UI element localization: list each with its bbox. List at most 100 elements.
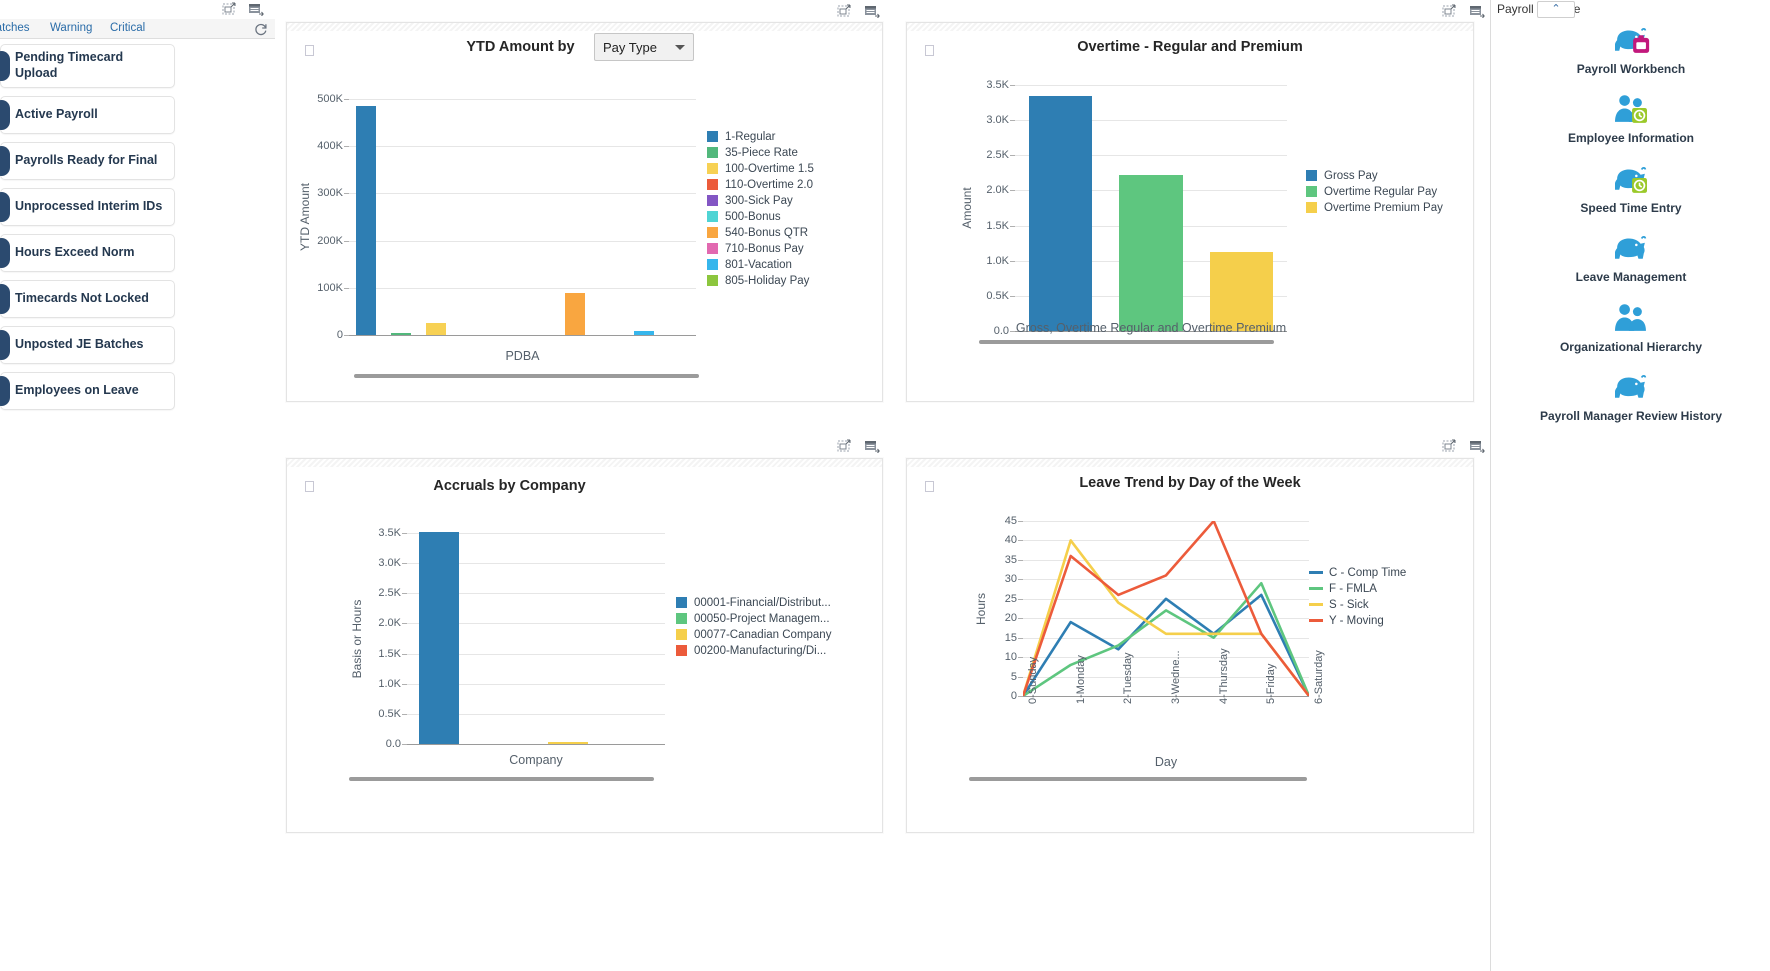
chart-legend: 1-Regular 35-Piece Rate 100-Overtime 1.5 11… [707, 131, 814, 291]
bar-540-bonus-qtr[interactable] [564, 292, 585, 335]
bar-00001-financial-distribut[interactable] [419, 532, 460, 744]
grid-expand-icon[interactable] [837, 439, 853, 458]
legend-item[interactable]: C - Comp Time [1309, 566, 1407, 579]
task-item-organizational-hierarchy[interactable]: Organizational Hierarchy [1491, 297, 1770, 354]
legend-item[interactable]: S - Sick [1309, 599, 1406, 611]
y-axis-tick-label: 1.0K [986, 254, 1009, 267]
list-view-icon[interactable] [248, 2, 264, 17]
task-item-employee-information[interactable]: Employee Information [1491, 88, 1770, 145]
dashboard-root: Batches Warning Critical Pending Timecar… [0, 0, 1770, 971]
bar-overtime-regular-pay[interactable] [1119, 174, 1183, 331]
legend-item[interactable]: Overtime Regular Pay [1306, 186, 1443, 198]
legend-item[interactable]: 805-Holiday Pay [707, 274, 814, 287]
alert-item[interactable]: Pending Timecard Upload [0, 44, 175, 88]
legend-item[interactable]: 710-Bonus Pay [707, 242, 814, 255]
legend-item[interactable]: F - FMLA [1309, 583, 1406, 595]
gridline [349, 193, 696, 195]
x-axis-title: Gross, Overtime Regular and Overtime Pre… [1015, 321, 1287, 335]
pay-type-select[interactable]: Pay Type [594, 33, 694, 61]
chart-panel-toolbar [885, 437, 1490, 455]
refresh-icon[interactable] [254, 22, 268, 36]
list-view-icon[interactable] [864, 4, 880, 23]
bar-gross-pay[interactable] [1028, 96, 1093, 331]
panel-texture [287, 459, 882, 467]
bar-35-piece-rate[interactable] [391, 333, 412, 335]
list-view-icon[interactable] [1469, 4, 1485, 23]
legend-item[interactable]: Y - Moving [1309, 615, 1406, 627]
legend-item[interactable]: 00200-Manufacturing/Di... [676, 645, 831, 657]
legend-item[interactable]: 110-Overtime 2.0 [707, 179, 814, 191]
alert-item[interactable]: Hours Exceed Norm [0, 234, 175, 272]
axis-tick [1010, 120, 1015, 122]
legend-item[interactable]: 300-Sick Pay [707, 195, 814, 207]
legend-item[interactable]: Overtime Premium Pay [1306, 202, 1443, 214]
alert-item-label: Unposted JE Batches [15, 337, 144, 352]
bar-1-regular[interactable] [356, 105, 377, 335]
legend-color-swatch [676, 645, 687, 656]
legend-item-label: C - Comp Time [1329, 566, 1407, 579]
tab-critical[interactable]: Critical [110, 22, 145, 34]
alert-item[interactable]: Payrolls Ready for Final [0, 142, 175, 180]
grid-expand-icon[interactable] [837, 4, 853, 23]
legend-color-swatch [707, 163, 718, 174]
legend-item[interactable]: 540-Bonus QTR [707, 227, 814, 239]
pay-type-select-value: Pay Type [603, 39, 657, 55]
legend-item[interactable]: 500-Bonus [707, 211, 814, 223]
y-axis-tick-label: 100K [317, 281, 343, 294]
bar-overtime-premium-pay[interactable] [1209, 251, 1274, 331]
collapse-panel-button[interactable]: ⌃ [1537, 1, 1575, 18]
panel-texture [907, 23, 1473, 31]
chart-legend: C - Comp Time F - FMLA S - Sick Y - Moving [1309, 567, 1406, 631]
panel-footer-divider [969, 777, 1307, 781]
task-item-payroll-manager-review-history[interactable]: Payroll Manager Review History [1491, 366, 1770, 423]
bar-100-overtime-1-5[interactable] [425, 322, 446, 335]
alert-item[interactable]: Timecards Not Locked [0, 280, 175, 318]
y-axis-tick-label: 1.0K [378, 677, 401, 690]
gridline [349, 287, 696, 289]
legend-color-swatch [707, 131, 718, 142]
chart-title: Overtime - Regular and Premium [1077, 39, 1303, 55]
y-axis-tick-label: 2.5K [378, 587, 401, 600]
axis-tick [1010, 155, 1015, 157]
list-view-icon[interactable] [1469, 439, 1485, 458]
task-item-leave-management[interactable]: Leave Management [1491, 227, 1770, 284]
legend-item[interactable]: Gross Pay [1306, 170, 1443, 182]
legend-item[interactable]: 100-Overtime 1.5 [707, 163, 814, 175]
alert-item[interactable]: Employees on Leave [0, 372, 175, 410]
legend-item[interactable]: 1-Regular [707, 131, 814, 143]
piggy-bank-icon [1491, 366, 1770, 406]
axis-tick [402, 713, 407, 715]
legend-color-swatch [707, 195, 718, 206]
grid-expand-icon[interactable] [1442, 4, 1458, 23]
bar-00077-canadian-company[interactable] [548, 742, 589, 744]
tab-warning[interactable]: Warning [50, 22, 92, 34]
legend-line-swatch [1309, 603, 1323, 606]
legend-color-swatch [707, 259, 718, 270]
bar-801-vacation[interactable] [633, 331, 654, 335]
panel-footer-divider [349, 777, 654, 781]
panel-texture [287, 23, 882, 31]
task-item-payroll-workbench[interactable]: Payroll Workbench [1491, 19, 1770, 76]
alert-item[interactable]: Active Payroll [0, 96, 175, 134]
dashboard-charts-area: YTD Amount by Pay Type 0 100K 200K 300K 400K 50… [275, 0, 1490, 971]
legend-item[interactable]: 00050-Project Managem... [676, 613, 831, 625]
axis-tick [344, 193, 349, 195]
legend-item[interactable]: 00077-Canadian Company [676, 629, 831, 641]
tab-batches[interactable]: Batches [0, 22, 30, 34]
gridline [349, 99, 696, 100]
grid-expand-icon[interactable] [1442, 439, 1458, 458]
legend-color-swatch [676, 597, 687, 608]
legend-item[interactable]: 00001-Financial/Distribut... [676, 597, 831, 609]
legend-item-label: 710-Bonus Pay [725, 242, 804, 255]
plot-area: 0.0 0.5K 1.0K 1.5K 2.0K 2.5K 3.0K 3.5K [986, 79, 1287, 337]
alert-item[interactable]: Unposted JE Batches [0, 326, 175, 364]
list-view-icon[interactable] [864, 439, 880, 458]
task-item-speed-time-entry[interactable]: Speed Time Entry [1491, 158, 1770, 215]
legend-item[interactable]: 35-Piece Rate [707, 147, 814, 159]
grid-expand-icon[interactable] [222, 2, 238, 16]
legend-item-label: 805-Holiday Pay [725, 274, 810, 287]
legend-item[interactable]: 801-Vacation [707, 259, 814, 271]
y-axis-tick-label: 10 [1004, 651, 1017, 664]
alert-item[interactable]: Unprocessed Interim IDs [0, 188, 175, 226]
legend-color-swatch [707, 147, 718, 158]
